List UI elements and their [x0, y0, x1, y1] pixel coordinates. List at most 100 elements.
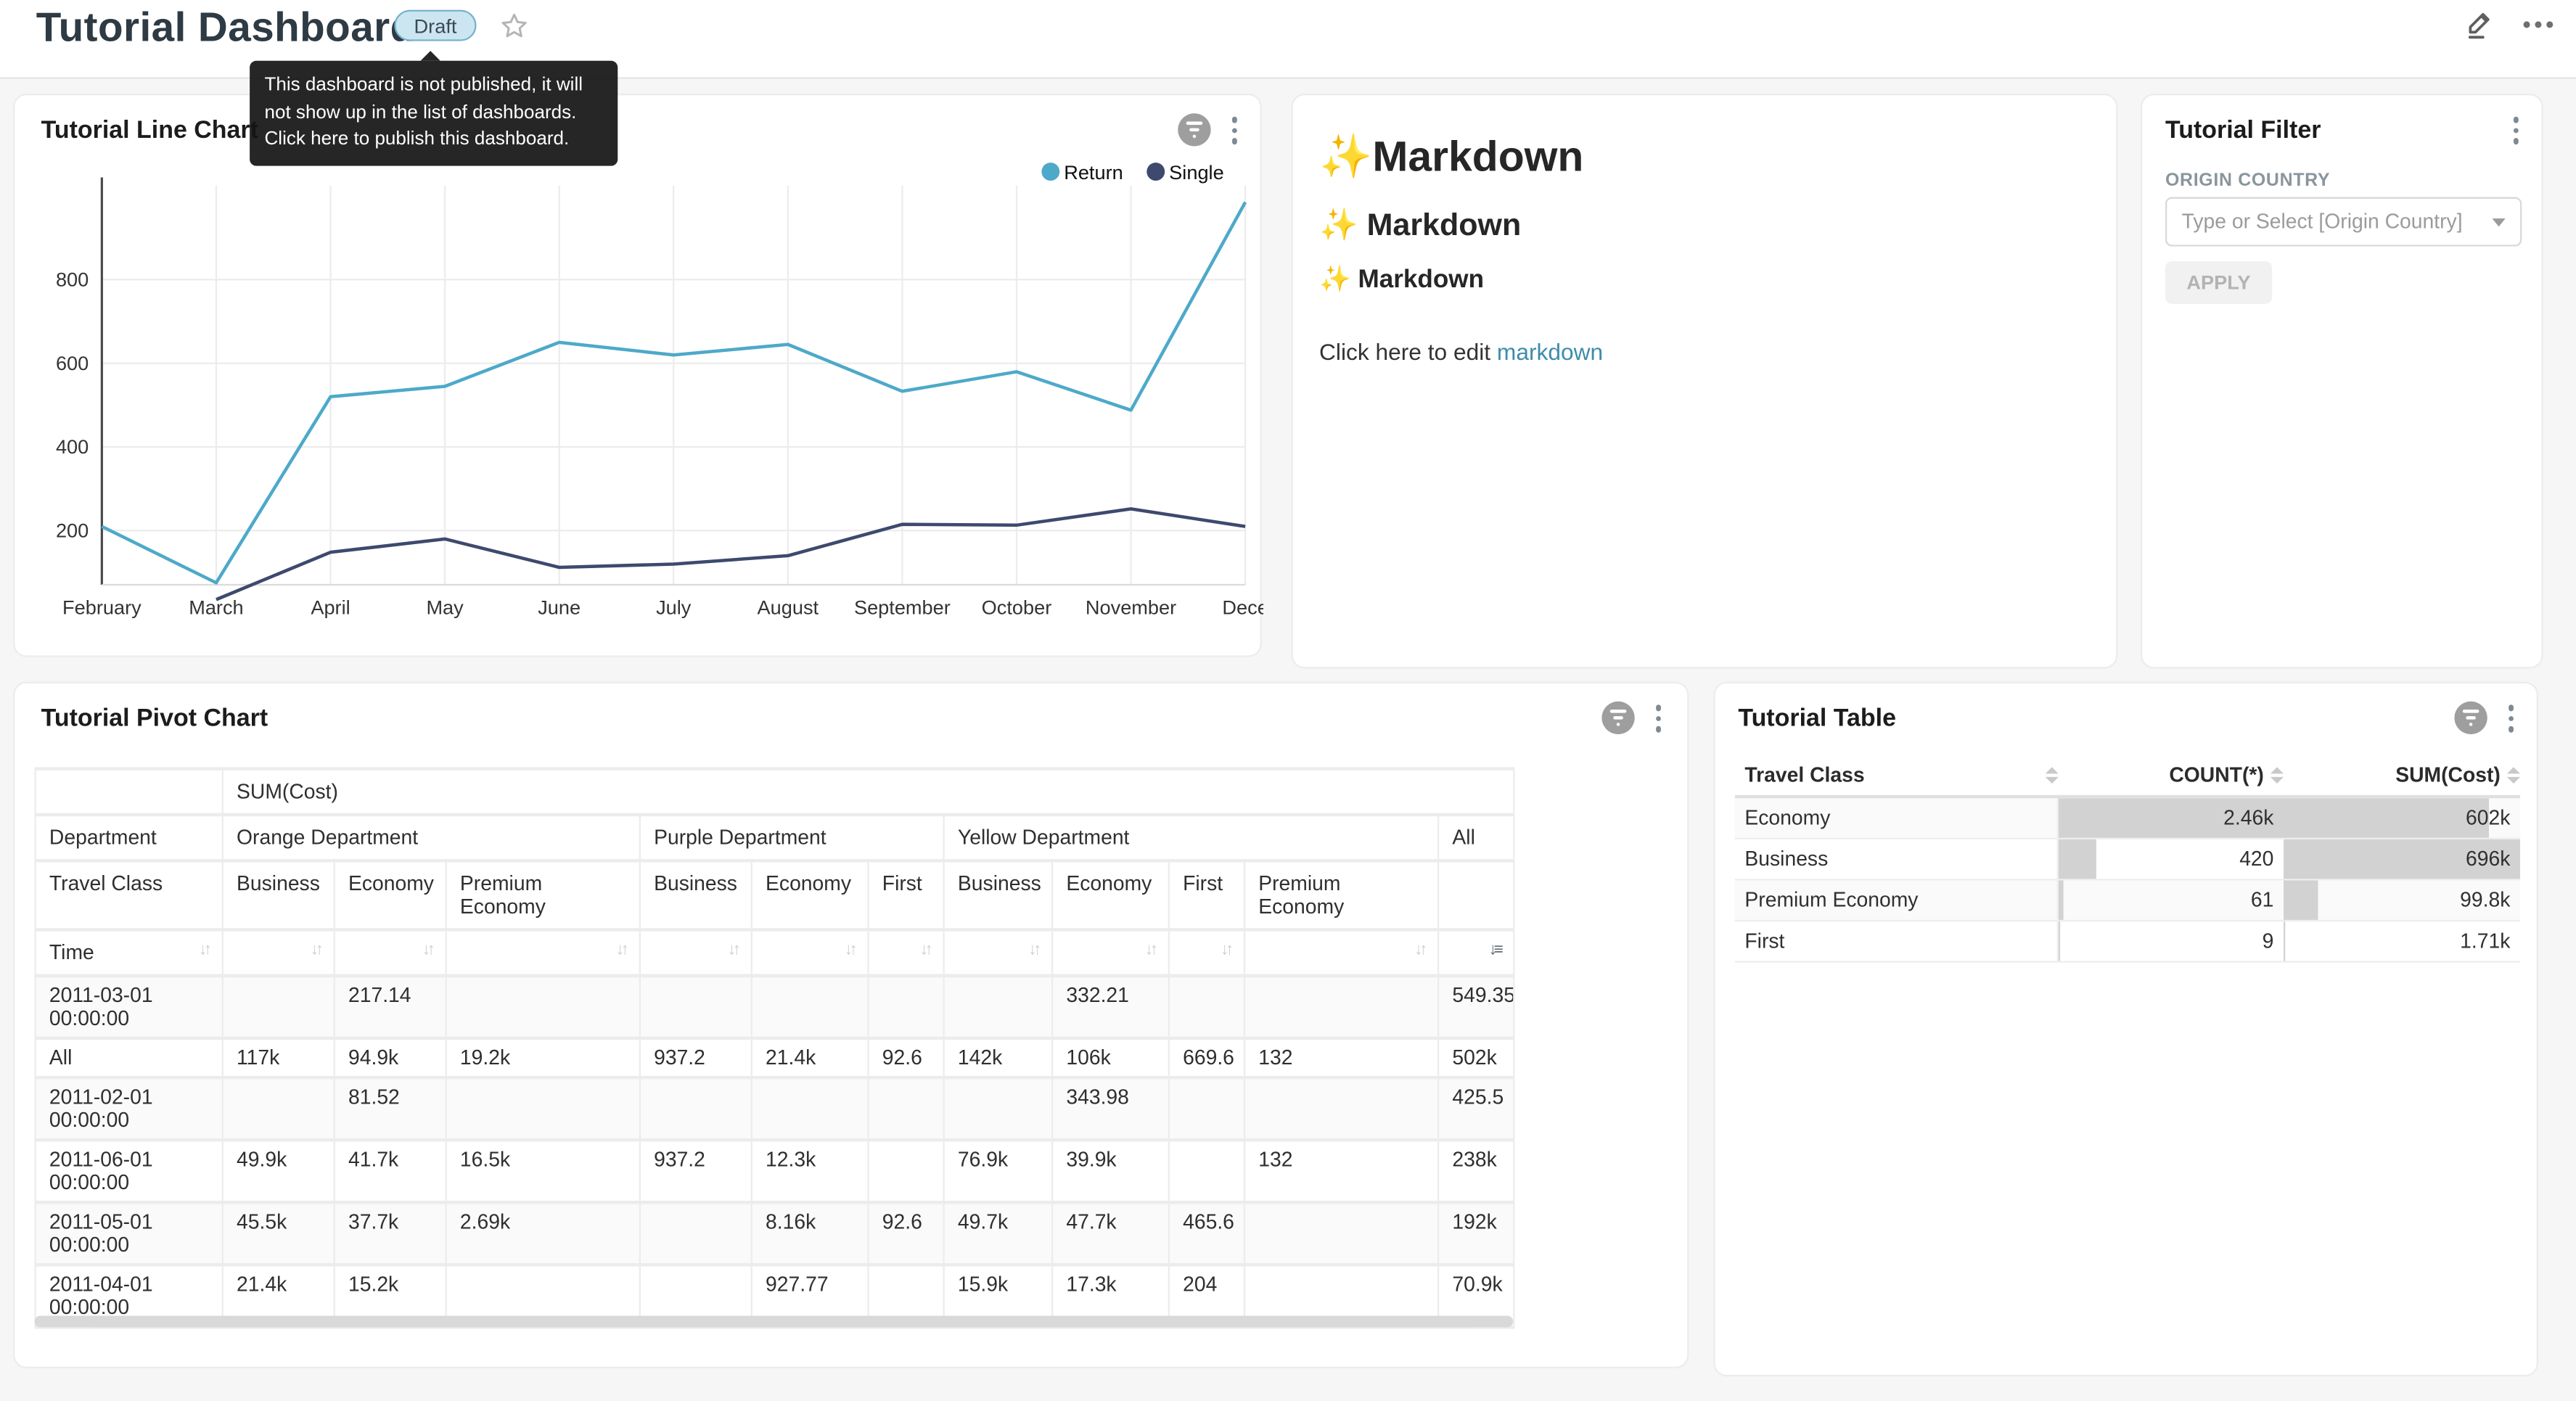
sum-cell: 602k: [2284, 798, 2520, 837]
pivot-value-cell: 2.69k: [446, 1202, 640, 1265]
pivot-value-cell: 192k: [1438, 1202, 1514, 1265]
pivot-value-cell: 47.7k: [1052, 1202, 1169, 1265]
sparkles-icon: ✨: [1319, 266, 1351, 294]
pivot-value-cell: 142k: [944, 1038, 1052, 1077]
pivot-group-header: Orange Department: [223, 815, 640, 860]
sort-icon[interactable]: ↓↑: [728, 941, 738, 959]
sort-desc-active-icon[interactable]: ↓≡: [1489, 941, 1500, 959]
results-table: Travel Class COUNT(*) SUM(Cost) Economy2…: [1735, 755, 2520, 962]
kebab-menu-icon[interactable]: [2509, 113, 2522, 147]
pivot-value-cell: 8.16k: [752, 1202, 869, 1265]
sort-icon[interactable]: ↓↑: [920, 941, 930, 959]
pivot-value-cell: 343.98: [1052, 1077, 1169, 1140]
pivot-sort-cell: ↓↑: [1052, 929, 1169, 975]
pivot-value-cell: [1169, 976, 1244, 1038]
sort-icon[interactable]: ↓↑: [845, 941, 855, 959]
table-row: Premium Economy6199.8k: [1735, 881, 2520, 922]
sparkles-icon: ✨: [1319, 209, 1358, 244]
kebab-menu-icon[interactable]: [1228, 113, 1240, 147]
pivot-sort-cell: ↓↑: [1169, 929, 1244, 975]
sort-icon[interactable]: ↓↑: [616, 941, 626, 959]
pivot-class-header: Economy: [1052, 860, 1169, 929]
pivot-group-header: Yellow Department: [944, 815, 1438, 860]
sort-icon[interactable]: ↓↑: [311, 941, 321, 959]
pivot-value-cell: [1169, 1140, 1244, 1202]
origin-country-select[interactable]: Type or Select [Origin Country]: [2165, 197, 2522, 247]
filter-badge-icon[interactable]: [1177, 114, 1210, 147]
publish-tooltip: This dashboard is not published, it will…: [250, 61, 618, 165]
pivot-value-cell: [640, 1077, 752, 1140]
sum-cell: 1.71k: [2284, 921, 2520, 961]
sort-icon[interactable]: ↓↑: [1028, 941, 1038, 959]
filter-badge-icon[interactable]: [2453, 702, 2486, 734]
pivot-table: SUM(Cost)DepartmentOrange DepartmentPurp…: [35, 767, 1515, 1328]
header-count[interactable]: COUNT(*): [2059, 764, 2284, 787]
sort-icon[interactable]: ↓↑: [1145, 941, 1155, 959]
pivot-row: 2011-05-0100:00:0045.5k37.7k2.69k8.16k92…: [36, 1202, 1514, 1265]
table-row: First91.71k: [1735, 921, 2520, 963]
draft-badge[interactable]: Draft: [394, 10, 476, 41]
dashboard-viewport: Tutorial Dashboard Draft This dashboard …: [0, 0, 2576, 1401]
pivot-value-cell: 502k: [1438, 1038, 1514, 1077]
page-title: Tutorial Dashboard: [36, 5, 416, 53]
pencil-edit-icon[interactable]: [2461, 7, 2498, 43]
x-tick: March: [189, 596, 243, 619]
line-chart: FebruaryMarchAprilMayJuneJulyAugustSepte…: [15, 161, 1263, 654]
pivot-value-cell: 45.5k: [223, 1202, 335, 1265]
sort-icon[interactable]: [2046, 767, 2059, 784]
pivot-dim-header: Department: [36, 815, 223, 860]
sort-icon[interactable]: ↓↑: [1414, 941, 1424, 959]
sort-icon[interactable]: ↓↑: [199, 941, 209, 959]
pivot-value-cell: [446, 976, 640, 1038]
table-row: Economy2.46k602k: [1735, 798, 2520, 839]
pivot-value-cell: 12.3k: [752, 1140, 869, 1202]
pivot-value-cell: 49.9k: [223, 1140, 335, 1202]
header-sum-cost[interactable]: SUM(Cost): [2284, 764, 2520, 787]
pivot-scrollbar[interactable]: [35, 1315, 1514, 1327]
sort-icon[interactable]: ↓↑: [1221, 941, 1231, 959]
pivot-value-cell: [223, 1077, 335, 1140]
markdown-edit-link[interactable]: markdown: [1497, 338, 1603, 364]
star-outline-icon[interactable]: [498, 10, 530, 43]
select-placeholder: Type or Select [Origin Country]: [2182, 210, 2463, 234]
filter-title: Tutorial Filter: [2165, 117, 2321, 144]
pivot-sort-cell: ↓↑: [1244, 929, 1438, 975]
y-tick: 200: [56, 519, 89, 541]
header-travel-class[interactable]: Travel Class: [1735, 764, 2059, 787]
pivot-row-label: 2011-05-0100:00:00: [36, 1202, 223, 1265]
pivot-value-cell: 21.4k: [752, 1038, 869, 1077]
sort-icon[interactable]: ↓↑: [422, 941, 432, 959]
pivot-class-header: Economy: [752, 860, 869, 929]
x-tick: May: [426, 596, 464, 619]
pivot-sort-cell: ↓↑: [944, 929, 1052, 975]
pivot-measure-header: SUM(Cost): [223, 769, 1514, 815]
count-cell: 2.46k: [2059, 798, 2284, 837]
pivot-value-cell: 76.9k: [944, 1140, 1052, 1202]
x-tick: February: [62, 596, 141, 619]
pivot-value-cell: 49.7k: [944, 1202, 1052, 1265]
kebab-menu-icon[interactable]: [2505, 702, 2517, 735]
pivot-value-cell: 465.6: [1169, 1202, 1244, 1265]
x-tick: July: [656, 596, 692, 619]
pivot-row-label: 2011-06-0100:00:00: [36, 1140, 223, 1202]
pivot-value-cell: 332.21: [1052, 976, 1169, 1038]
pivot-value-cell: 16.5k: [446, 1140, 640, 1202]
pivot-group-header: Purple Department: [640, 815, 944, 860]
pivot-row-label: 2011-03-0100:00:00: [36, 976, 223, 1038]
pivot-sort-cell: ↓↑: [869, 929, 944, 975]
travel-class-cell: First: [1735, 921, 2059, 961]
card-filter: Tutorial Filter ORIGIN COUNTRY Type or S…: [2141, 94, 2543, 668]
pivot-value-cell: [1244, 1077, 1438, 1140]
ellipsis-menu-icon[interactable]: [2524, 21, 2554, 28]
table-header-row: Travel Class COUNT(*) SUM(Cost): [1735, 755, 2520, 798]
markdown-h2: ✨ Markdown: [1319, 205, 2090, 245]
markdown-h1: ✨Markdown: [1319, 131, 2090, 182]
sort-icon[interactable]: [2507, 767, 2520, 784]
kebab-menu-icon[interactable]: [1652, 702, 1664, 735]
apply-button[interactable]: APPLY: [2165, 261, 2272, 304]
sum-cell: 99.8k: [2284, 881, 2520, 920]
pivot-class-header: First: [869, 860, 944, 929]
filter-badge-icon[interactable]: [1601, 702, 1633, 734]
value-bar: [2059, 881, 2064, 920]
sort-icon[interactable]: [2271, 767, 2284, 784]
